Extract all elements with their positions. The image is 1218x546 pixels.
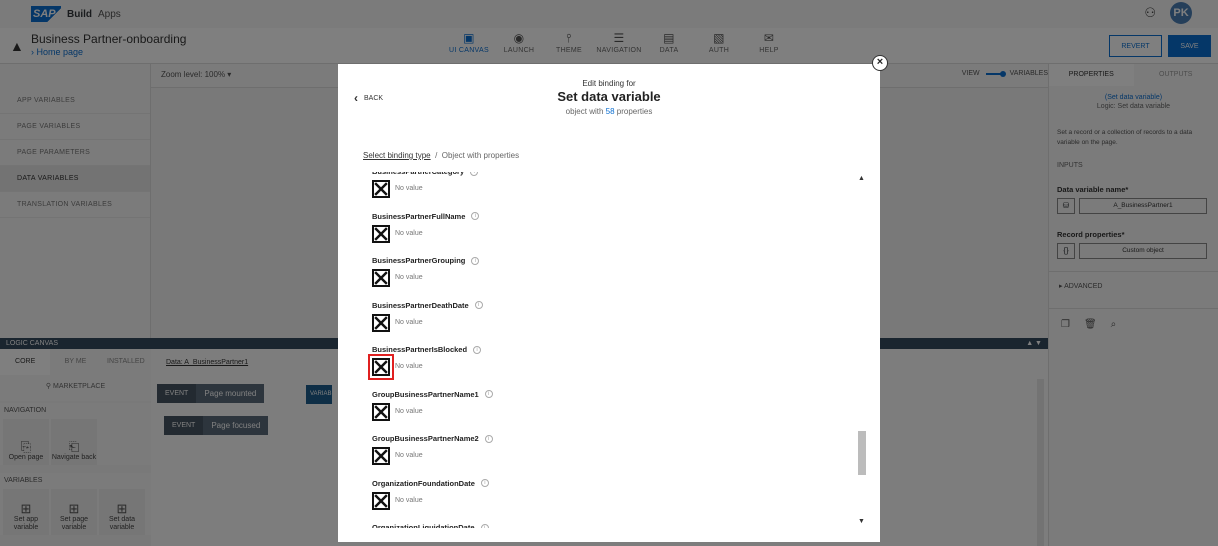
breadcrumb: Select binding type / Object with proper… xyxy=(363,151,519,160)
clear-binding-icon[interactable] xyxy=(372,313,390,332)
select-binding-type-link[interactable]: Select binding type xyxy=(363,151,431,160)
dialog-title: Set data variable xyxy=(557,89,661,104)
clear-binding-icon[interactable] xyxy=(372,358,390,376)
property-row: GroupBusinessPartnerName1 i No value xyxy=(363,383,843,428)
property-name: GroupBusinessPartnerName2 i xyxy=(372,434,493,443)
info-icon[interactable]: i xyxy=(484,390,493,398)
no-value-text: No value xyxy=(395,407,423,415)
property-name: BusinessPartnerIsBlocked i xyxy=(372,345,482,354)
edit-binding-dialog: ‹ BACK Edit binding for Set data variabl… xyxy=(338,64,880,542)
property-row: GroupBusinessPartnerName2 i No value xyxy=(363,427,843,472)
property-row: BusinessPartnerDeathDate i No value xyxy=(363,294,843,339)
property-name: BusinessPartnerFullName i xyxy=(372,211,480,221)
info-icon[interactable]: i xyxy=(484,434,493,443)
scroll-down-icon[interactable]: ▼ xyxy=(858,518,865,525)
property-row: BusinessPartnerCategory i No value xyxy=(363,172,843,205)
no-value-text: No value xyxy=(395,229,423,237)
dialog-pretitle: Edit binding for xyxy=(582,79,636,88)
info-icon[interactable]: i xyxy=(470,172,479,176)
no-value-text: No value xyxy=(395,452,423,459)
property-label: BusinessPartnerIsBlocked xyxy=(372,345,468,354)
no-value-text: No value xyxy=(395,274,423,281)
property-count: 58 xyxy=(605,107,615,116)
clear-binding-icon[interactable] xyxy=(372,224,390,243)
subtitle-prefix: object with xyxy=(565,107,606,116)
clear-binding-icon[interactable] xyxy=(372,180,390,198)
info-icon[interactable]: i xyxy=(474,301,483,309)
no-value-text: No value xyxy=(395,185,423,192)
info-icon[interactable]: i xyxy=(480,479,489,487)
property-list[interactable]: BusinessPartnerCategoryiNo valueBusiness… xyxy=(363,172,843,528)
property-row: BusinessPartnerGrouping i No value xyxy=(363,249,843,294)
property-row: OrganizationLiquidationDateiNo value xyxy=(363,516,843,528)
property-name: BusinessPartnerDeathDate i xyxy=(372,301,483,310)
no-value-text: No value xyxy=(395,318,423,326)
info-icon[interactable]: i xyxy=(471,212,480,220)
clear-binding-icon[interactable] xyxy=(372,269,390,287)
info-icon[interactable]: i xyxy=(480,523,489,528)
scroll-up-icon[interactable]: ▲ xyxy=(858,175,865,182)
property-name: OrganizationFoundationDate i xyxy=(372,479,489,488)
property-row: BusinessPartnerFullName i No value xyxy=(363,205,843,250)
property-list-scrollbar[interactable] xyxy=(858,431,866,475)
property-name: BusinessPartnerCategory i xyxy=(372,172,479,176)
dialog-subtitle: object with 58 properties xyxy=(338,107,880,116)
info-icon[interactable]: i xyxy=(473,345,482,354)
property-name: BusinessPartnerGrouping i xyxy=(372,256,480,265)
no-value-text: No value xyxy=(395,496,423,504)
subtitle-suffix: properties xyxy=(614,107,653,116)
property-name: GroupBusinessPartnerName1 i xyxy=(372,390,493,399)
property-label: GroupBusinessPartnerName2 xyxy=(372,434,479,443)
property-label: BusinessPartnerDeathDate xyxy=(372,300,469,310)
clear-binding-icon[interactable] xyxy=(372,447,390,465)
property-row: OrganizationFoundationDate i No value xyxy=(363,472,843,517)
breadcrumb-separator: / xyxy=(435,151,438,160)
property-label: BusinessPartnerFullName xyxy=(372,211,466,221)
clear-binding-icon[interactable] xyxy=(372,402,390,421)
property-label: GroupBusinessPartnerName1 xyxy=(372,389,479,399)
property-label: OrganizationLiquidationDate xyxy=(372,523,475,528)
info-icon[interactable]: i xyxy=(471,256,480,265)
property-label: BusinessPartnerGrouping xyxy=(372,256,466,265)
property-name: OrganizationLiquidationDate i xyxy=(372,523,489,528)
no-value-text: No value xyxy=(395,363,423,370)
property-label: BusinessPartnerCategory xyxy=(372,172,464,176)
close-icon[interactable]: × xyxy=(872,55,888,71)
clear-binding-icon[interactable] xyxy=(372,491,390,510)
property-row: BusinessPartnerIsBlocked i No value xyxy=(363,338,843,383)
breadcrumb-current: Object with properties xyxy=(441,151,520,160)
property-label: OrganizationFoundationDate xyxy=(372,478,475,488)
